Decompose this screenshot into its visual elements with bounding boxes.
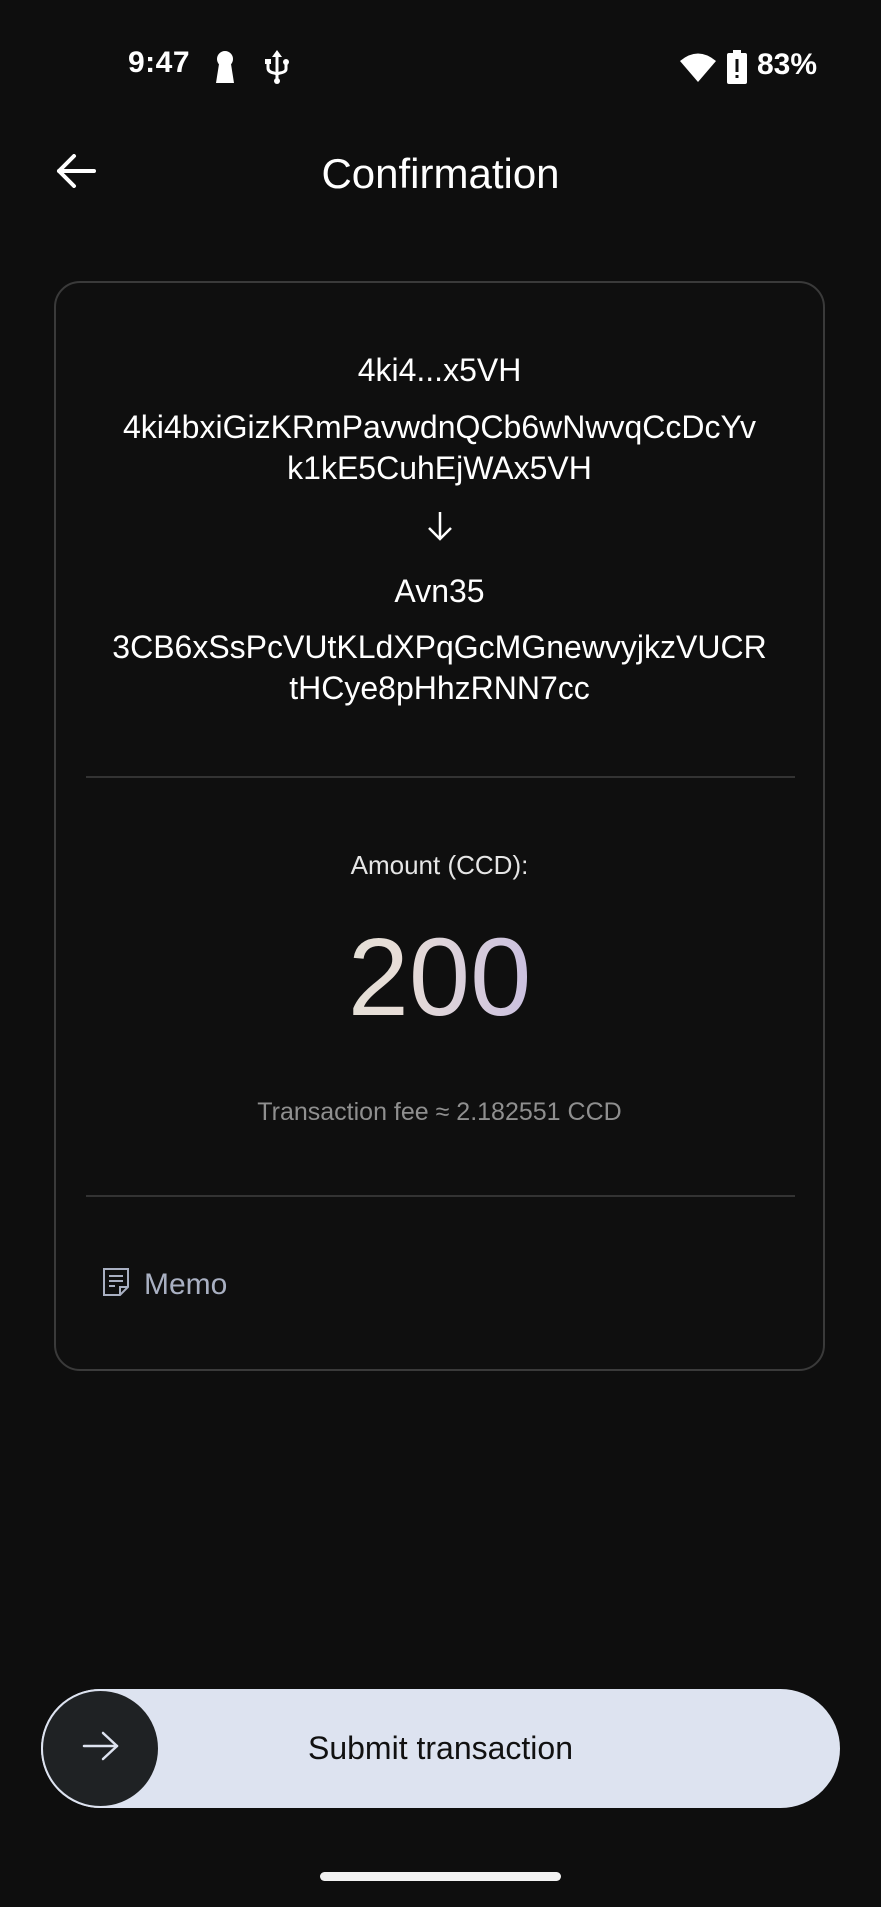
sender-address-line-2: k1kE5CuhEjWAx5VH: [287, 450, 592, 486]
battery-icon: [727, 50, 747, 89]
slider-thumb[interactable]: [41, 1689, 160, 1808]
transaction-fee: Transaction fee ≈ 2.182551 CCD: [257, 1098, 622, 1126]
wifi-icon: [680, 52, 716, 87]
note-icon: [102, 1267, 130, 1302]
page-title: Confirmation: [321, 150, 560, 197]
divider: [86, 1195, 795, 1197]
keyhole-icon: [214, 50, 236, 89]
arrow-down-icon: [56, 511, 823, 541]
amount-label: Amount (CCD):: [350, 850, 529, 880]
submit-transaction-label: Submit transaction: [307, 1730, 573, 1766]
home-indicator[interactable]: [320, 1872, 561, 1881]
status-bar: 9:47 83%: [0, 0, 881, 130]
battery-percent: 83%: [756, 48, 817, 81]
recipient-name: Avn35: [394, 573, 485, 609]
transaction-summary-card: 4ki4...x5VH 4ki4bxiGizKRmPavwdnQCb6wNwvq…: [54, 281, 825, 1371]
memo-button[interactable]: Memo: [102, 1267, 227, 1302]
amount-value: 200: [56, 923, 823, 1033]
submit-transaction-slider[interactable]: Submit transaction: [41, 1689, 840, 1808]
divider: [86, 776, 795, 778]
status-time: 9:47: [128, 46, 191, 79]
arrow-right-icon: [82, 1730, 120, 1767]
sender-address-line-1: 4ki4bxiGizKRmPavwdnQCb6wNwvqCcDcYv: [122, 409, 757, 445]
sender-short-address: 4ki4...x5VH: [357, 352, 522, 388]
recipient-address-line-1: 3CB6xSsPcVUtKLdXPqGcMGnewvyjkzVUCR: [112, 629, 767, 665]
recipient-address-line-2: tHCye8pHhzRNN7cc: [289, 670, 590, 706]
usb-icon: [264, 50, 290, 89]
memo-label: Memo: [144, 1267, 228, 1301]
